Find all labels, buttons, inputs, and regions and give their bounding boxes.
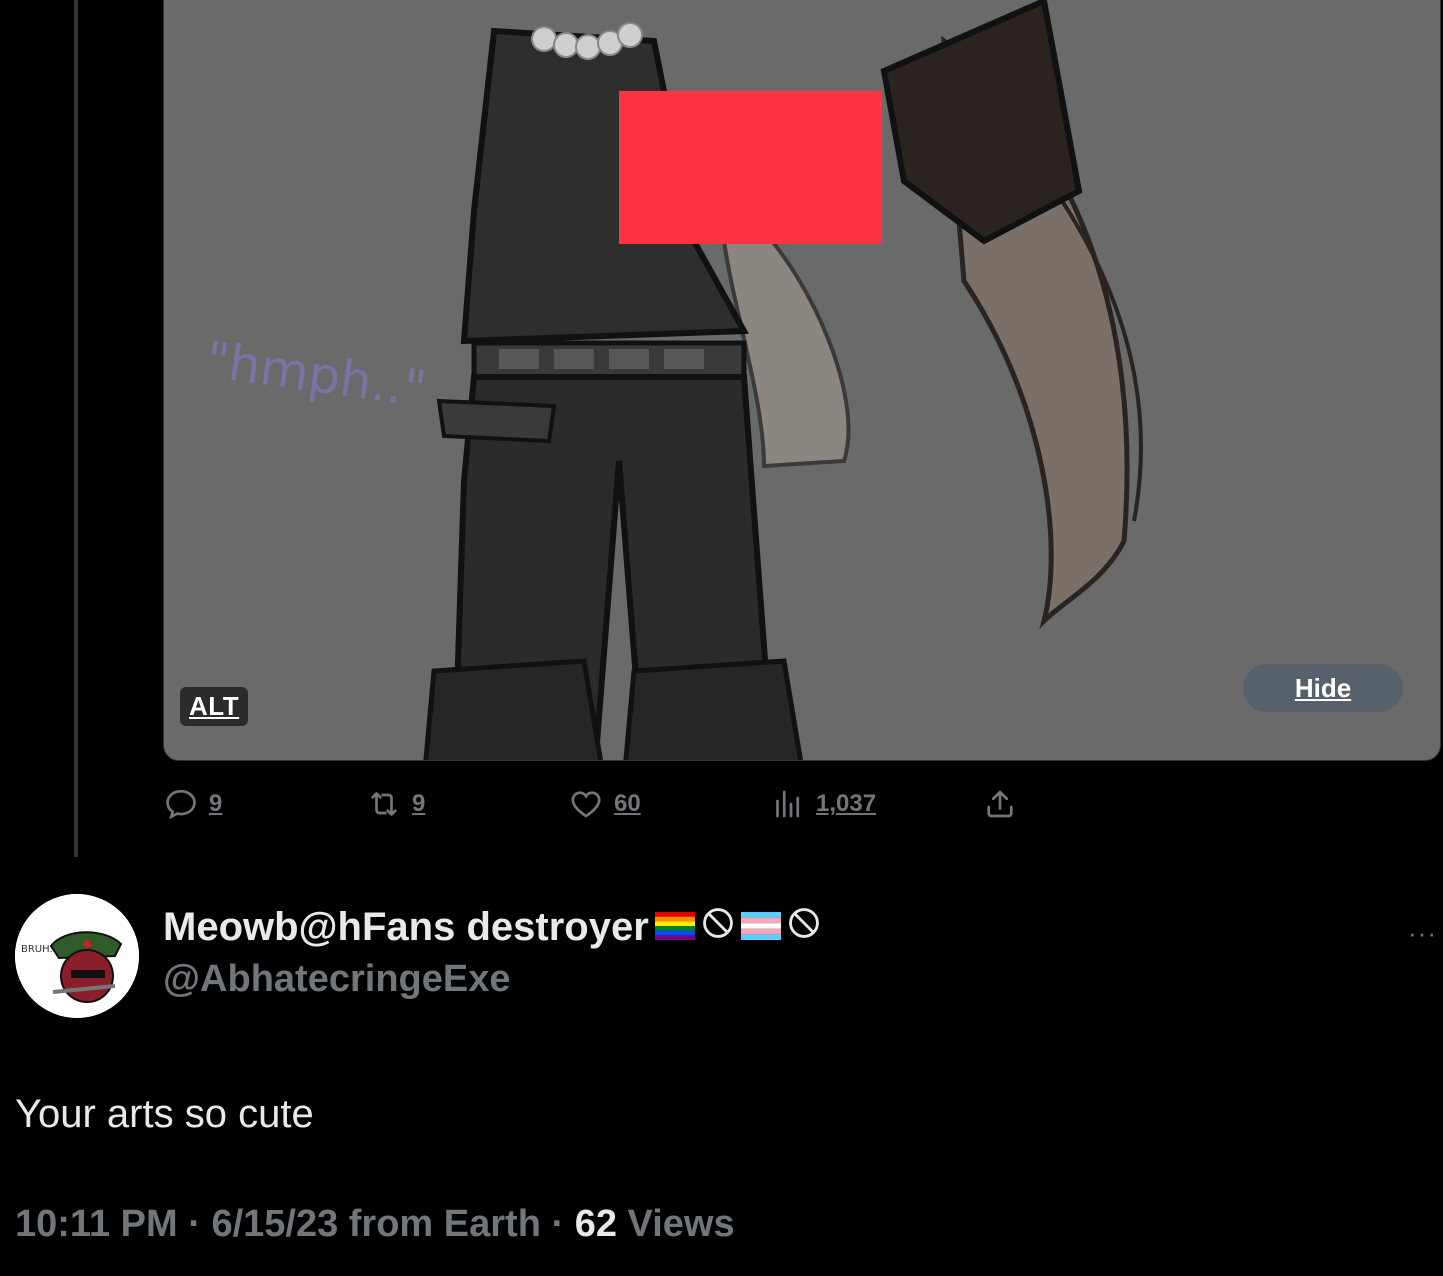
repost-icon xyxy=(366,786,402,822)
like-count: 60 xyxy=(614,790,641,817)
prohibited-icon xyxy=(787,905,821,950)
share-icon xyxy=(982,786,1018,822)
display-name[interactable]: Meowb@hFans destroyer xyxy=(163,905,821,950)
reply-text: Your arts so cute xyxy=(15,1092,314,1136)
reply-author[interactable]: Meowb@hFans destroyer @AbhatecringeExe xyxy=(163,905,821,1001)
timestamp-date-source[interactable]: 6/15/23 from Earth xyxy=(211,1203,540,1245)
pride-flag-icon xyxy=(654,905,695,950)
repost-count: 9 xyxy=(412,790,426,817)
meta-separator: · xyxy=(188,1203,201,1245)
views-count: 1,037 xyxy=(816,790,877,817)
prohibited-icon xyxy=(701,905,735,950)
views-icon xyxy=(770,786,806,822)
more-options-button[interactable]: ··· xyxy=(1408,918,1437,949)
hide-button[interactable]: Hide xyxy=(1243,664,1403,712)
timestamp-time[interactable]: 10:11 PM xyxy=(15,1203,178,1245)
reply-button[interactable]: 9 xyxy=(163,786,222,822)
reply-meta: 10:11 PM · 6/15/23 from Earth · 62 Views xyxy=(15,1203,735,1246)
tweet-media-image[interactable]: "hmph.." ALT Hide xyxy=(163,0,1441,761)
like-button[interactable]: 60 xyxy=(568,786,641,822)
thread-connector-line xyxy=(74,0,78,857)
like-icon xyxy=(568,786,604,822)
repost-button[interactable]: 9 xyxy=(366,786,425,822)
reply-count: 9 xyxy=(209,790,223,817)
reply-icon xyxy=(163,786,199,822)
alt-badge[interactable]: ALT xyxy=(180,687,249,726)
user-handle[interactable]: @AbhatecringeExe xyxy=(163,958,821,1001)
trans-flag-icon xyxy=(740,905,781,950)
avatar[interactable]: BRUH... xyxy=(15,894,139,1018)
views-button[interactable]: 1,037 xyxy=(770,786,876,822)
display-name-text: Meowb@hFans destroyer xyxy=(163,905,649,949)
reply-views-count: 62 xyxy=(574,1203,617,1245)
reply-views-label: Views xyxy=(627,1203,735,1245)
meta-separator: · xyxy=(551,1203,565,1245)
media-illustration: "hmph.." xyxy=(164,0,1440,760)
tweet-thread: "hmph.." ALT Hide 9 9 60 1,037 BRUH... M… xyxy=(0,0,1443,1276)
censor-bar xyxy=(619,91,882,244)
share-button[interactable] xyxy=(982,786,1018,822)
